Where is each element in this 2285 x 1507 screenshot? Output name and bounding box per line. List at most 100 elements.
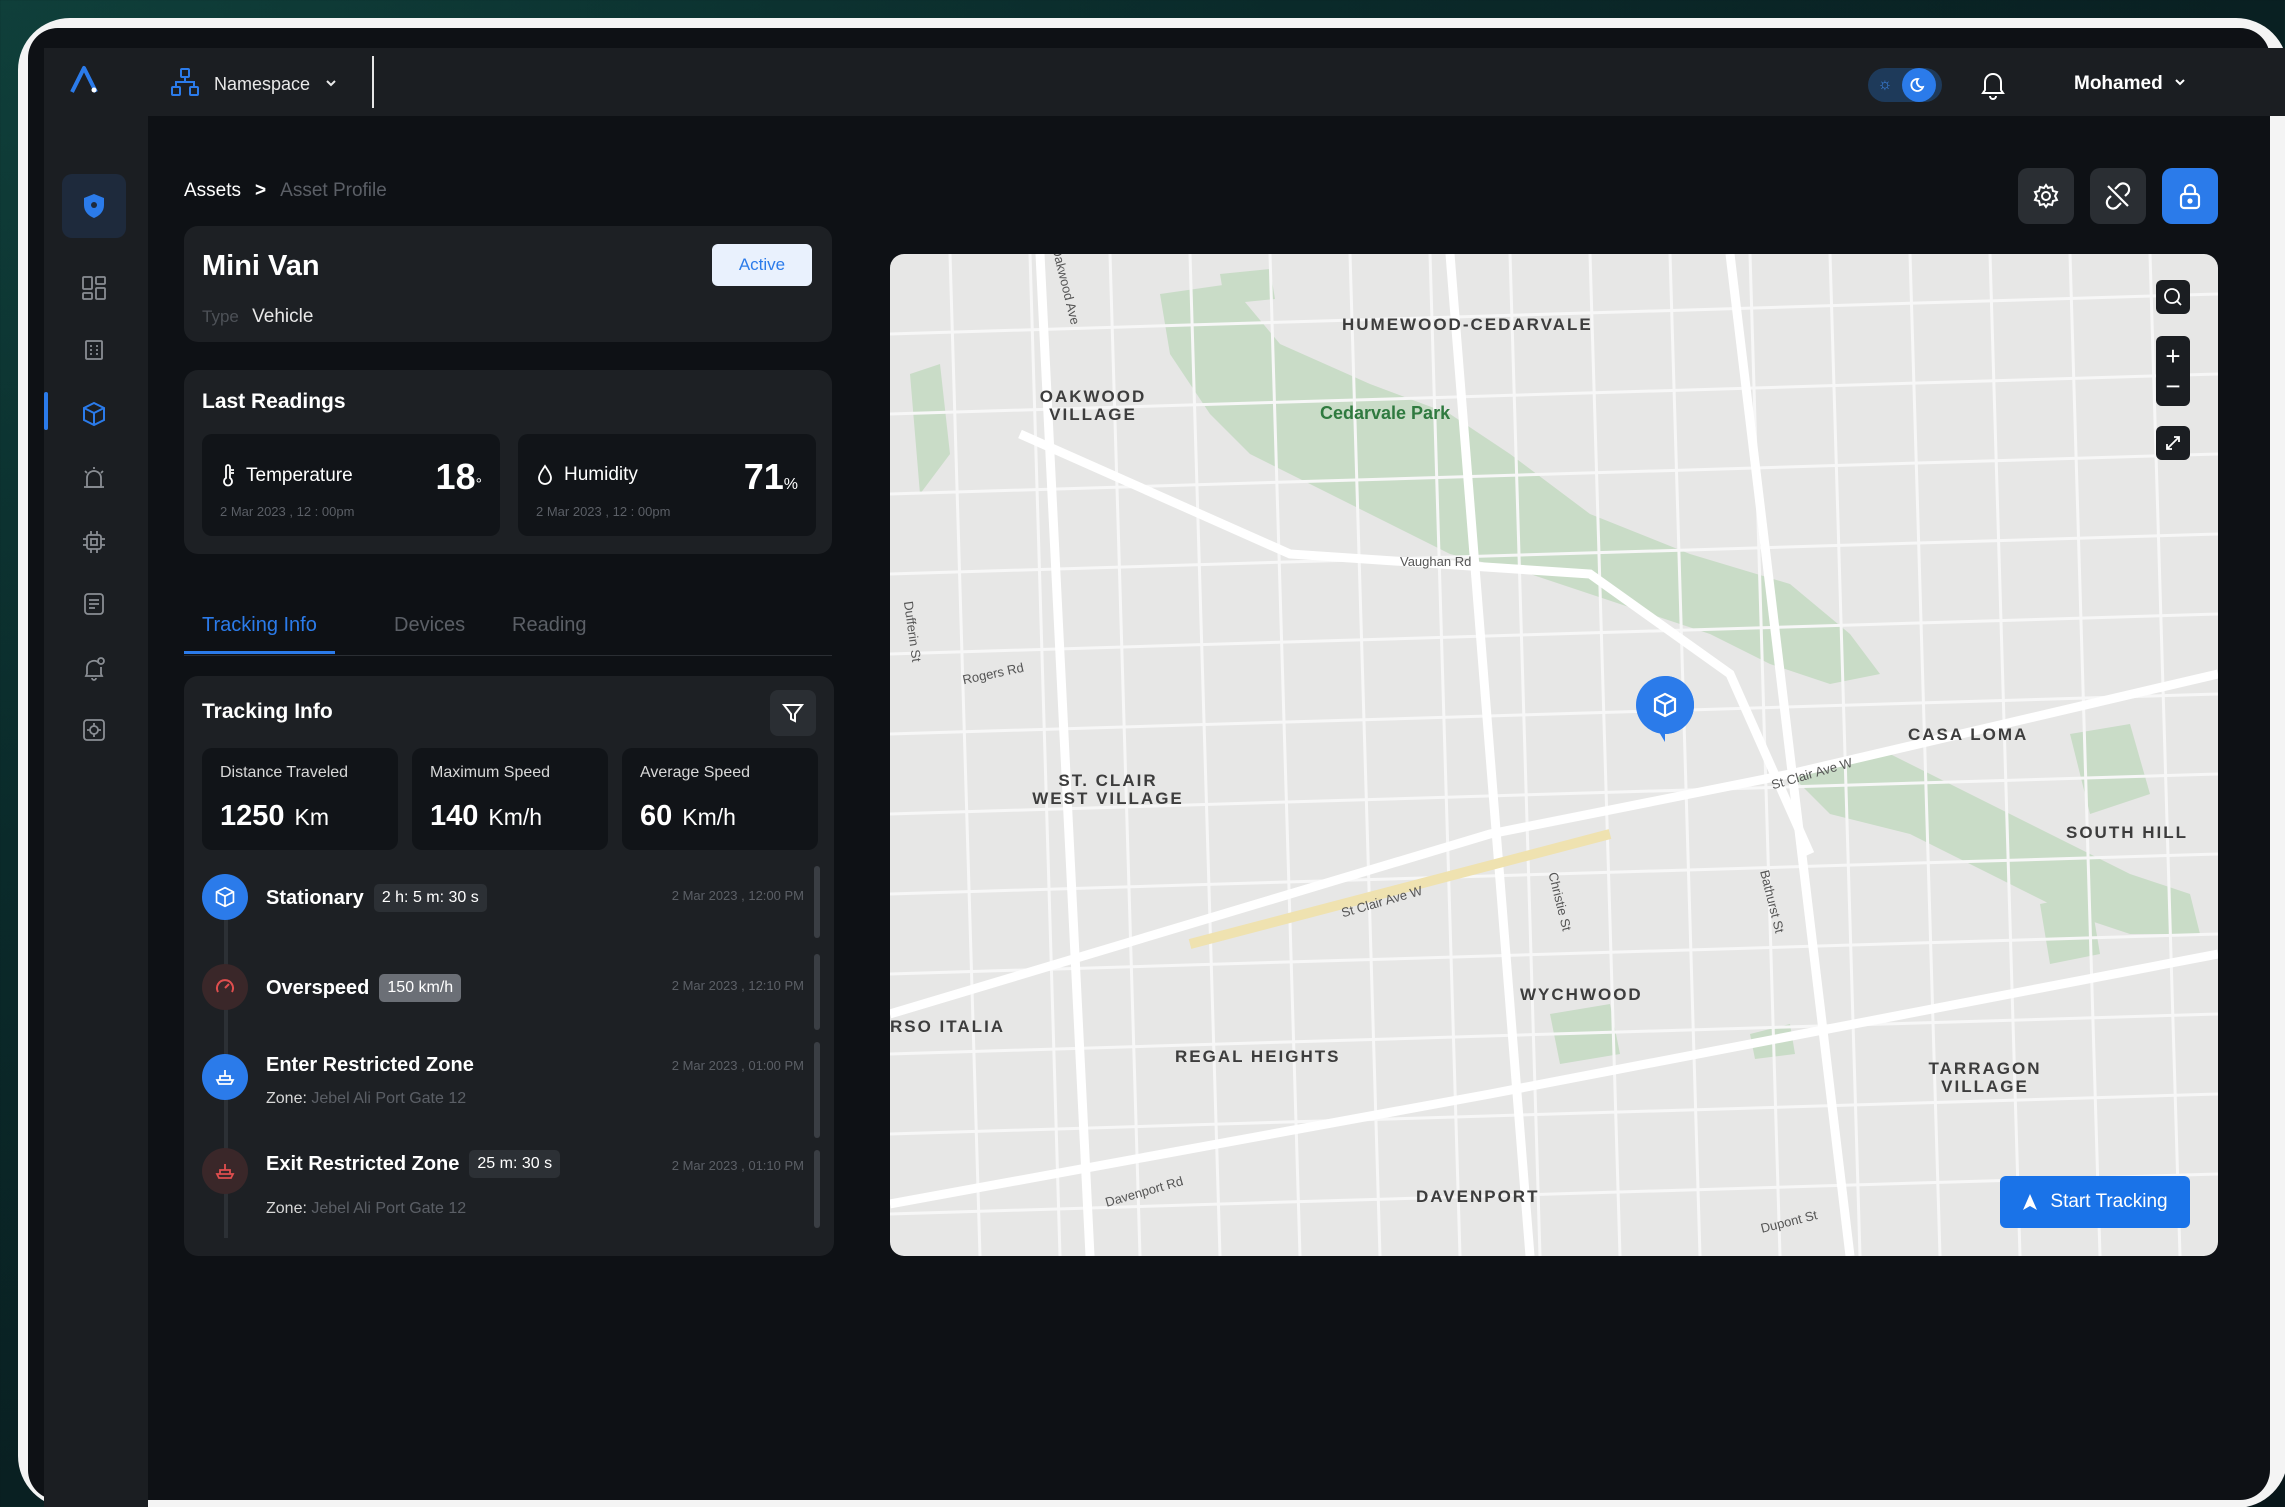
map-area-label: HUMEWOOD-CEDARVALE: [1342, 315, 1593, 334]
lock-icon: [2179, 183, 2201, 210]
speedometer-icon: [202, 964, 248, 1010]
map-area-label: CASA LOMA: [1908, 725, 2029, 744]
lock-button[interactable]: [2162, 168, 2218, 224]
stat-average-speed: Average Speed 60 Km/h: [622, 748, 818, 850]
stat-value: 140: [430, 800, 479, 832]
sidebar-item-dashboard[interactable]: [62, 256, 126, 320]
reading-value: 18: [435, 456, 476, 497]
chevron-down-icon: [324, 74, 338, 95]
event-title: Overspeed: [266, 976, 370, 999]
asset-name: Mini Van: [202, 250, 320, 282]
namespace-label: Namespace: [214, 73, 311, 94]
breadcrumb: Assets > Asset Profile: [184, 180, 387, 202]
tab-devices[interactable]: Devices: [376, 614, 483, 651]
sidebar-item-buildings[interactable]: [62, 318, 126, 382]
reading-unit: %: [783, 476, 798, 493]
event-date: 2 Mar 2023 , 12:00 PM: [671, 888, 804, 903]
timeline-event-overspeed[interactable]: Overspeed 150 km/h 2 Mar 2023 , 12:10 PM: [202, 964, 804, 1044]
unlink-icon: [2105, 182, 2131, 210]
sidebar-item-security[interactable]: [62, 174, 126, 238]
asset-type-label: Type: [202, 307, 239, 326]
event-date: 2 Mar 2023 , 01:00 PM: [671, 1058, 804, 1073]
map-area-label: ST. CLAIR WEST VILLAGE: [1032, 771, 1184, 808]
map-park-label: Cedarvale Park: [1320, 403, 1451, 423]
event-date: 2 Mar 2023 , 01:10 PM: [671, 1158, 804, 1173]
scrollbar[interactable]: [814, 866, 820, 1244]
sidebar-item-settings[interactable]: [62, 698, 126, 762]
bell-icon[interactable]: [1978, 68, 2008, 100]
document-icon: [84, 593, 104, 615]
map-fullscreen-button[interactable]: [2156, 426, 2190, 460]
building-icon: [85, 340, 103, 360]
thermometer-icon: [223, 464, 234, 487]
moon-icon: [1902, 68, 1936, 102]
unlink-button[interactable]: [2090, 168, 2146, 224]
reading-temperature: Temperature 18° 2 Mar 2023 , 12 : 00pm: [202, 434, 500, 536]
alarm-icon: [84, 467, 104, 488]
stat-unit: Km/h: [682, 804, 736, 830]
zoom-out-button[interactable]: −: [2165, 371, 2180, 401]
tab-tracking-info[interactable]: Tracking Info: [184, 614, 335, 654]
map-area-label: OAKWOOD VILLAGE: [1039, 387, 1147, 424]
navigation-arrow-icon: [2023, 1194, 2038, 1210]
user-name: Mohamed: [2074, 73, 2163, 94]
last-readings-title: Last Readings: [202, 390, 346, 413]
theme-toggle[interactable]: ☼: [1868, 68, 1942, 102]
stat-label: Distance Traveled: [220, 764, 349, 781]
stat-value: 60: [640, 800, 673, 832]
ship-icon: [202, 1054, 248, 1100]
asset-map-marker[interactable]: [1634, 674, 1696, 744]
ship-icon: [202, 1148, 248, 1194]
chevron-down-icon: [2173, 73, 2187, 95]
reading-name: Humidity: [564, 464, 638, 485]
start-tracking-label: Start Tracking: [2050, 1191, 2168, 1212]
shield-icon: [84, 194, 104, 218]
reading-humidity: Humidity 71% 2 Mar 2023 , 12 : 00pm: [518, 434, 816, 536]
settings-button[interactable]: [2018, 168, 2074, 224]
sidebar-item-assets[interactable]: [62, 382, 126, 446]
namespace-dropdown[interactable]: Namespace: [170, 64, 338, 104]
breadcrumb-current: Asset Profile: [280, 180, 387, 201]
sidebar-item-reports[interactable]: [62, 572, 126, 636]
event-date: 2 Mar 2023 , 12:10 PM: [671, 978, 804, 993]
expand-icon: [2166, 436, 2180, 450]
map-view[interactable]: HUMEWOOD-CEDARVALE OAKWOOD VILLAGE ST. C…: [890, 254, 2218, 1256]
event-title: Exit Restricted Zone: [266, 1152, 460, 1175]
stat-max-speed: Maximum Speed 140 Km/h: [412, 748, 608, 850]
filter-button[interactable]: [770, 690, 816, 736]
namespace-icon: [170, 67, 200, 102]
map-area-label: DAVENPORT: [1416, 1187, 1540, 1206]
breadcrumb-assets[interactable]: Assets: [184, 180, 241, 202]
timeline-event-stationary[interactable]: Stationary 2 h: 5 m: 30 s 2 Mar 2023 , 12…: [202, 874, 804, 954]
tab-reading[interactable]: Reading: [494, 614, 605, 651]
map-street-label: Vaughan Rd: [1400, 554, 1472, 569]
tab-bar: Tracking Info Devices Reading: [184, 604, 832, 656]
event-zone: Zone: Jebel Ali Port Gate 12: [266, 1200, 467, 1217]
stat-unit: Km/h: [488, 804, 543, 830]
grid-icon: [82, 276, 106, 300]
droplet-icon: [538, 464, 552, 485]
divider: [372, 56, 374, 108]
map-area-label: WYCHWOOD: [1520, 985, 1643, 1004]
event-title: Enter Restricted Zone: [266, 1054, 474, 1076]
reading-date: 2 Mar 2023 , 12 : 00pm: [536, 504, 671, 519]
sidebar-item-notifications[interactable]: [62, 636, 126, 700]
map-search-button[interactable]: [2156, 280, 2190, 314]
gear-icon: [2033, 183, 2059, 209]
cube-icon: [202, 874, 248, 920]
app-logo[interactable]: [64, 60, 104, 100]
user-menu[interactable]: Mohamed: [2074, 68, 2187, 100]
sun-icon: ☼: [1877, 76, 1893, 93]
map-area-label: TARRAGON VILLAGE: [1928, 1059, 2042, 1096]
sidebar-item-devices[interactable]: [62, 510, 126, 574]
reading-unit: °: [475, 476, 482, 493]
start-tracking-button[interactable]: Start Tracking: [2000, 1176, 2190, 1228]
event-title: Stationary: [266, 886, 364, 909]
zoom-in-button[interactable]: +: [2165, 341, 2180, 371]
map-area-label: SOUTH HILL: [2066, 823, 2188, 842]
cube-icon: [83, 401, 105, 427]
sidebar-item-alarms[interactable]: [62, 446, 126, 510]
timeline-event-enter-zone[interactable]: Enter Restricted Zone Zone: Jebel Ali Po…: [202, 1054, 804, 1134]
timeline-event-exit-zone[interactable]: Exit Restricted Zone 25 m: 30 s Zone: Jeb…: [202, 1148, 804, 1228]
map-area-label: RSO ITALIA: [890, 1017, 1006, 1036]
